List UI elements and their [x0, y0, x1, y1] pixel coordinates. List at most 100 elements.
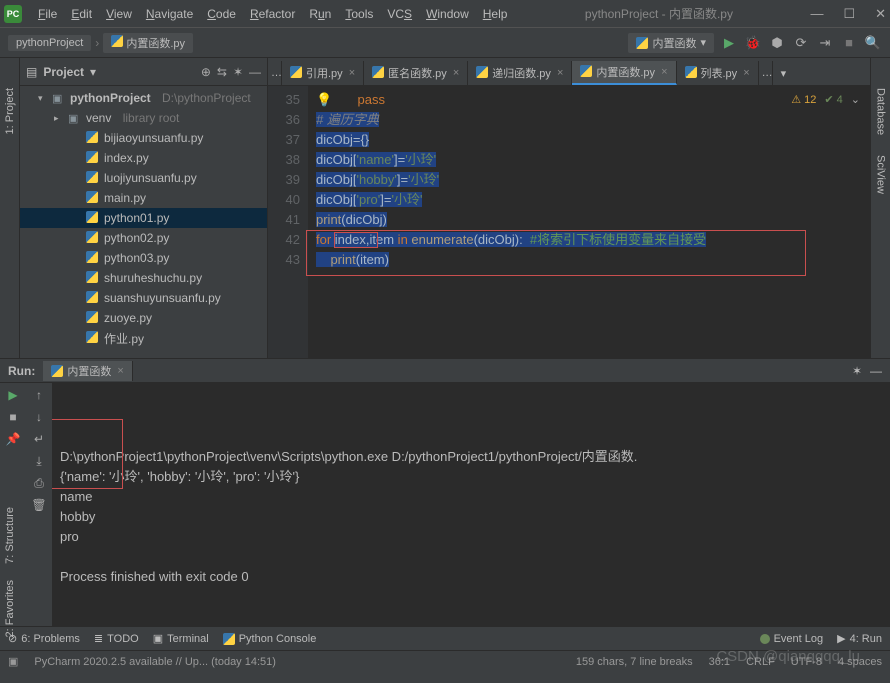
run-button[interactable]: ▶	[720, 34, 738, 52]
project-view-icon: ▤	[26, 65, 37, 79]
status-caret-pos[interactable]: 36:1	[709, 656, 730, 668]
status-eol[interactable]: CRLF	[746, 656, 775, 668]
breadcrumb: pythonProject › 内置函数.py	[8, 33, 193, 53]
hide-icon[interactable]: —	[870, 364, 882, 378]
tree-file[interactable]: suanshuyunsuanfu.py	[20, 288, 267, 308]
tabs-more-icon[interactable]: ▾	[773, 61, 795, 85]
python-file-icon	[86, 251, 100, 266]
tabs-scroll-right[interactable]: …	[759, 61, 773, 85]
close-button[interactable]: ✕	[875, 6, 886, 22]
editor-tab[interactable]: 匿名函数.py×	[364, 61, 468, 85]
project-panel-title: Project	[43, 65, 84, 79]
menu-code[interactable]: Code	[207, 7, 236, 21]
run-tool-button[interactable]: ▶ 4: Run	[837, 632, 882, 645]
menu-file[interactable]: FFileile	[38, 7, 57, 21]
menu-help[interactable]: Help	[483, 7, 508, 21]
bottom-tool-bar: ⊘ 6: Problems ≣ TODO ▣ Terminal Python C…	[0, 626, 890, 650]
trash-icon[interactable]: 🗑	[31, 497, 47, 513]
close-icon[interactable]: ×	[349, 67, 355, 79]
window-icon[interactable]: ▣	[8, 655, 18, 668]
menu-edit[interactable]: Edit	[71, 7, 92, 21]
editor-tabs: … 引用.py×匿名函数.py×递归函数.py×内置函数.py×列表.py× ……	[268, 58, 870, 86]
tree-file[interactable]: zuoye.py	[20, 308, 267, 328]
maximize-button[interactable]: ☐	[843, 6, 855, 22]
close-icon[interactable]: ×	[557, 67, 563, 79]
tree-file[interactable]: shuruheshuchu.py	[20, 268, 267, 288]
dropdown-icon[interactable]: ▾	[90, 65, 96, 79]
tree-file[interactable]: bijiaoyunsuanfu.py	[20, 128, 267, 148]
status-chars: 159 chars, 7 line breaks	[576, 656, 693, 668]
inspection-status[interactable]: ⚠ 12 ✔ 4 ⌄	[791, 90, 860, 110]
editor-tab[interactable]: 递归函数.py×	[468, 61, 572, 85]
python-file-icon	[86, 191, 100, 206]
tree-file[interactable]: index.py	[20, 148, 267, 168]
tree-file[interactable]: python02.py	[20, 228, 267, 248]
up-icon[interactable]: ↑	[31, 387, 47, 403]
breadcrumb-file[interactable]: 内置函数.py	[103, 33, 193, 53]
menu-window[interactable]: Window	[426, 7, 469, 21]
left-tool-strip-bottom: 7: Structure 2: Favorites	[0, 507, 20, 637]
status-update[interactable]: PyCharm 2020.2.5 available // Up... (tod…	[34, 656, 276, 668]
hide-icon[interactable]: —	[249, 65, 261, 79]
menu-run[interactable]: Run	[309, 7, 331, 21]
minimize-button[interactable]: —	[810, 6, 823, 22]
coverage-button[interactable]: ⬢	[768, 34, 786, 52]
down-icon[interactable]: ↓	[31, 409, 47, 425]
status-encoding[interactable]: UTF-8	[791, 656, 822, 668]
status-indent[interactable]: 4 spaces	[838, 656, 882, 668]
tree-file[interactable]: python01.py	[20, 208, 267, 228]
close-icon[interactable]: ×	[743, 67, 749, 79]
stop-button[interactable]: ■	[840, 34, 858, 52]
rerun-button[interactable]: ▶	[5, 387, 21, 403]
editor-tab[interactable]: 列表.py×	[677, 61, 759, 85]
debug-button[interactable]: 🐞	[744, 34, 762, 52]
tabs-scroll-left[interactable]: …	[268, 61, 282, 85]
tree-file[interactable]: luojiyunsuanfu.py	[20, 168, 267, 188]
menu-tools[interactable]: Tools	[345, 7, 373, 21]
close-icon[interactable]: ×	[453, 67, 459, 79]
print-icon[interactable]: ⎙	[31, 475, 47, 491]
folder-icon: ▣	[68, 112, 82, 125]
menu-vcs[interactable]: VCS	[387, 7, 412, 21]
settings-icon[interactable]: ✶	[233, 65, 243, 79]
editor-tab[interactable]: 引用.py×	[282, 61, 364, 85]
breadcrumb-project[interactable]: pythonProject	[8, 35, 91, 51]
structure-tool-button[interactable]: 7: Structure	[4, 507, 16, 564]
collapse-icon[interactable]: ⇆	[217, 65, 227, 79]
python-file-icon	[476, 66, 488, 81]
tree-project-root[interactable]: ▾ ▣ pythonProject D:\pythonProject	[20, 88, 267, 108]
python-file-icon	[86, 131, 100, 146]
menu-refactor[interactable]: Refactor	[250, 7, 295, 21]
locate-icon[interactable]: ⊕	[201, 65, 211, 79]
attach-button[interactable]: ⇥	[816, 34, 834, 52]
scroll-to-end-icon[interactable]: ⤓	[31, 453, 47, 469]
run-console[interactable]: D:\pythonProject1\pythonProject\venv\Scr…	[52, 383, 890, 626]
close-icon[interactable]: ×	[661, 66, 667, 78]
editor-area: … 引用.py×匿名函数.py×递归函数.py×内置函数.py×列表.py× ……	[268, 58, 870, 358]
pin-button[interactable]: 📌	[5, 431, 21, 447]
sciview-tool-button[interactable]: SciView	[875, 155, 887, 194]
profile-button[interactable]: ⟳	[792, 34, 810, 52]
run-tab[interactable]: 内置函数 ×	[43, 361, 132, 381]
menu-navigate[interactable]: Navigate	[146, 7, 193, 21]
tree-venv[interactable]: ▸ ▣ venv library root	[20, 108, 267, 128]
tree-file[interactable]: 作业.py	[20, 328, 267, 348]
favorites-tool-button[interactable]: 2: Favorites	[4, 580, 16, 637]
editor-tab[interactable]: 内置函数.py×	[572, 61, 676, 85]
todo-tool-button[interactable]: ≣ TODO	[94, 632, 139, 645]
stop-button[interactable]: ■	[5, 409, 21, 425]
softwrap-icon[interactable]: ↵	[31, 431, 47, 447]
event-log-button[interactable]: Event Log	[760, 633, 824, 645]
project-tool-button[interactable]: 1: Project	[4, 88, 16, 134]
python-console-tool-button[interactable]: Python Console	[223, 633, 317, 645]
gear-icon[interactable]: ✶	[852, 364, 862, 378]
code-editor[interactable]: 353637383940414243 ⚠ 12 ✔ 4 ⌄ 💡 pass# 遍历…	[268, 86, 870, 358]
tree-file[interactable]: python03.py	[20, 248, 267, 268]
terminal-tool-button[interactable]: ▣ Terminal	[153, 632, 209, 645]
search-everywhere-button[interactable]: 🔍	[864, 34, 882, 52]
tree-file[interactable]: main.py	[20, 188, 267, 208]
database-tool-button[interactable]: Database	[875, 88, 887, 135]
project-panel: ▤ Project ▾ ⊕ ⇆ ✶ — ▾ ▣ pythonProject D:…	[20, 58, 268, 358]
menu-view[interactable]: View	[106, 7, 132, 21]
run-config-selector[interactable]: 内置函数 ▾	[628, 33, 714, 53]
